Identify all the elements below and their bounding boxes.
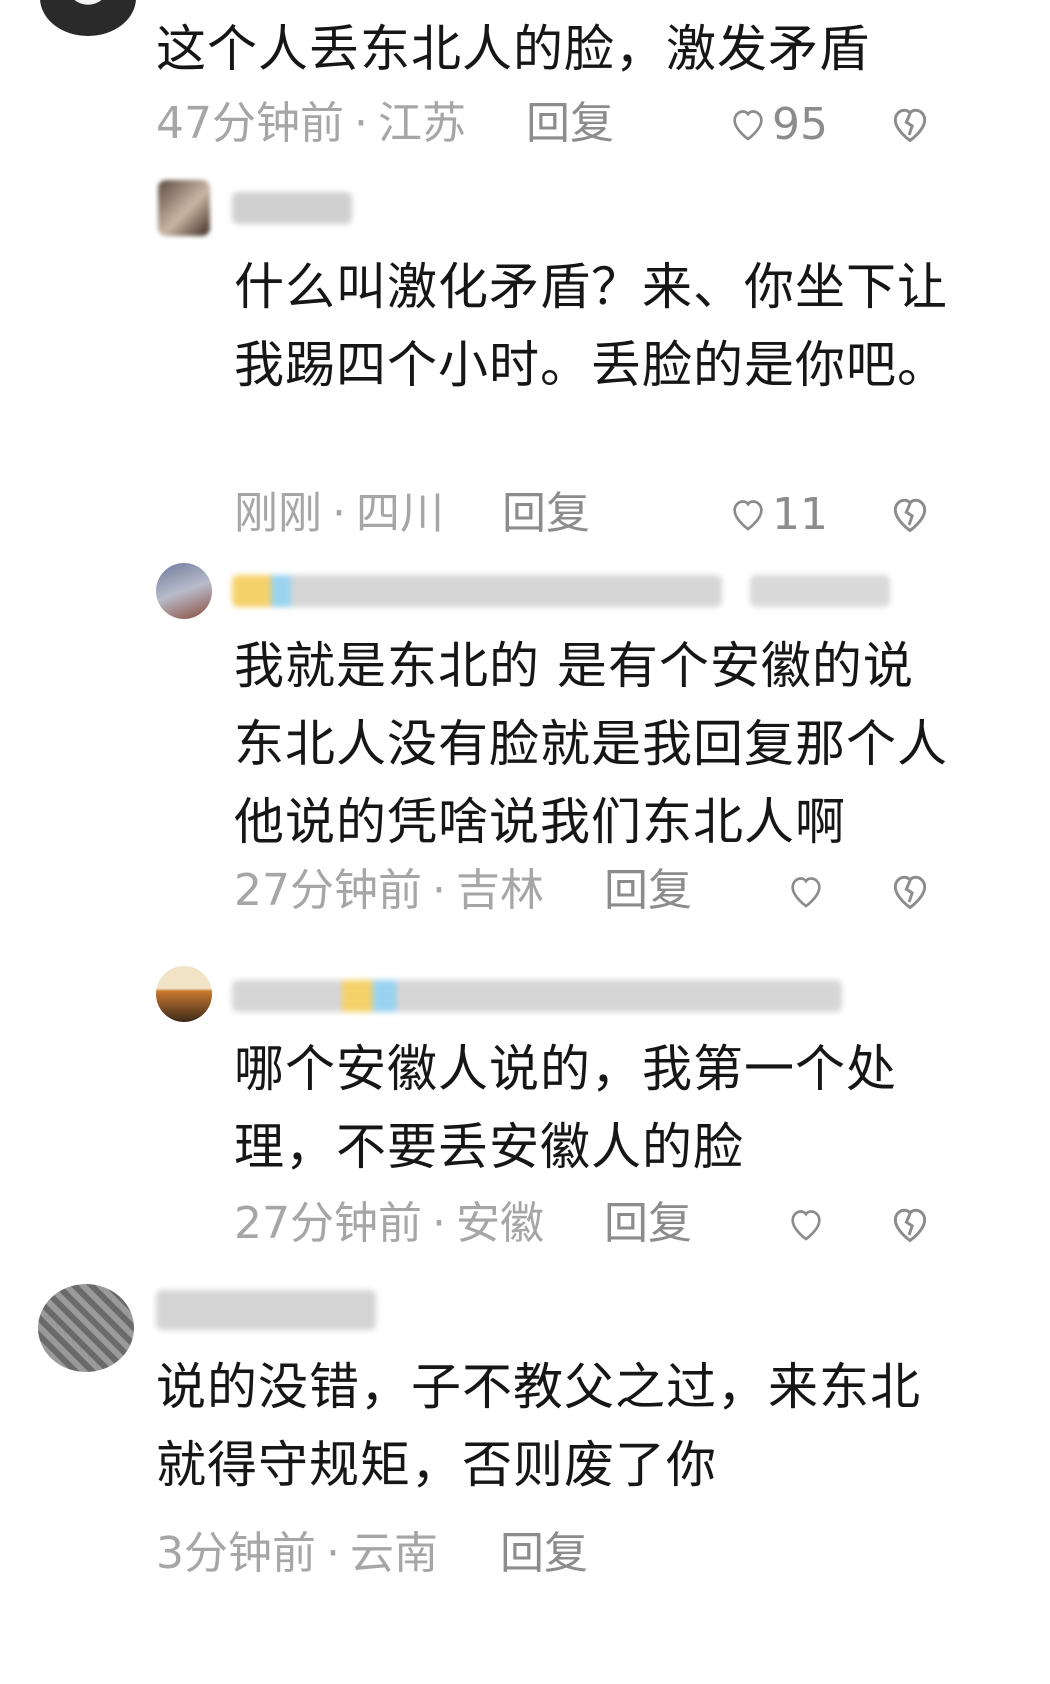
comment-meta: 3分钟前 · 云南 — [156, 1526, 438, 1582]
dislike-button[interactable] — [888, 869, 932, 913]
separator: · — [432, 865, 446, 916]
username-redacted — [750, 575, 890, 607]
reply-button[interactable]: 回复 — [604, 1196, 692, 1252]
username-redacted — [156, 1290, 376, 1330]
reply-button[interactable]: 回复 — [500, 1526, 588, 1582]
username-redacted — [232, 575, 722, 607]
comment-time: 27分钟前 — [234, 865, 422, 916]
reply-item: 哪个安徽人说的，我第一个处理，不要丢安徽人的脸 27分钟前 · 安徽 回复 — [0, 960, 1050, 1280]
heart-outline-icon — [791, 1210, 821, 1241]
avatar[interactable] — [156, 563, 212, 619]
comment-text: 哪个安徽人说的，我第一个处理，不要丢安徽人的脸 — [234, 1040, 897, 1176]
comment-location: 安徽 — [456, 1198, 544, 1249]
separator: · — [432, 1198, 446, 1249]
like-count: 11 — [772, 488, 828, 540]
heart-outline-icon — [733, 110, 763, 141]
comment-text: 我就是东北的 是有个安徽的说东北人没有脸就是我回复那个人他说的凭啥说我们东北人啊 — [234, 637, 948, 851]
username-redacted — [232, 192, 352, 224]
avatar[interactable] — [40, 0, 136, 36]
like-button[interactable] — [786, 1196, 830, 1252]
dislike-button[interactable] — [888, 1202, 932, 1246]
comment-item: 说的没错，子不教父之过，来东北就得守规矩，否则废了你 3分钟前 · 云南 回复 — [0, 1280, 1050, 1684]
comment-location: 四川 — [356, 488, 444, 539]
broken-heart-icon — [893, 1208, 927, 1243]
like-count: 95 — [772, 98, 828, 150]
comment-text: 这个人丢东北人的脸，激发矛盾 — [156, 20, 870, 78]
comment-meta: 47分钟前 · 江苏 — [156, 96, 466, 152]
heart-outline-icon — [791, 877, 821, 908]
like-button[interactable]: 95 — [728, 96, 828, 152]
broken-heart-icon — [893, 875, 927, 910]
username-redacted — [232, 980, 842, 1012]
like-button[interactable] — [786, 863, 830, 919]
comment-text: 什么叫激化矛盾？来、你坐下让我踢四个小时。丢脸的是你吧。 — [234, 258, 948, 394]
like-button[interactable]: 11 — [728, 486, 828, 542]
comment-meta: 刚刚 · 四川 — [234, 486, 444, 542]
comment-item: 这个人丢东北人的脸，激发矛盾 47分钟前 · 江苏 回复 95 — [0, 0, 1050, 160]
separator: · — [354, 98, 368, 149]
comment-time: 刚刚 — [234, 488, 322, 539]
dislike-button[interactable] — [888, 492, 932, 536]
comment-time: 47分钟前 — [156, 98, 344, 149]
reply-button[interactable]: 回复 — [502, 486, 590, 542]
comment-time: 3分钟前 — [156, 1528, 316, 1579]
broken-heart-icon — [893, 108, 927, 143]
comment-time: 27分钟前 — [234, 1198, 422, 1249]
reply-item: 我就是东北的 是有个安徽的说东北人没有脸就是我回复那个人他说的凭啥说我们东北人啊… — [0, 555, 1050, 945]
avatar[interactable] — [158, 180, 210, 236]
broken-heart-icon — [893, 498, 927, 533]
separator: · — [326, 1528, 340, 1579]
comment-location: 江苏 — [378, 98, 466, 149]
dislike-button[interactable] — [888, 102, 932, 146]
comment-location: 云南 — [350, 1528, 438, 1579]
avatar[interactable] — [156, 966, 212, 1022]
comment-meta: 27分钟前 · 安徽 — [234, 1196, 544, 1252]
comment-text: 说的没错，子不教父之过，来东北就得守规矩，否则废了你 — [156, 1358, 921, 1494]
comment-meta: 27分钟前 · 吉林 — [234, 863, 544, 919]
reply-button[interactable]: 回复 — [604, 863, 692, 919]
avatar[interactable] — [38, 1284, 134, 1372]
separator: · — [332, 488, 346, 539]
comment-location: 吉林 — [456, 865, 544, 916]
heart-outline-icon — [733, 500, 763, 531]
reply-item: 什么叫激化矛盾？来、你坐下让我踢四个小时。丢脸的是你吧。 刚刚 · 四川 回复 11 — [0, 170, 1050, 560]
reply-button[interactable]: 回复 — [526, 96, 614, 152]
